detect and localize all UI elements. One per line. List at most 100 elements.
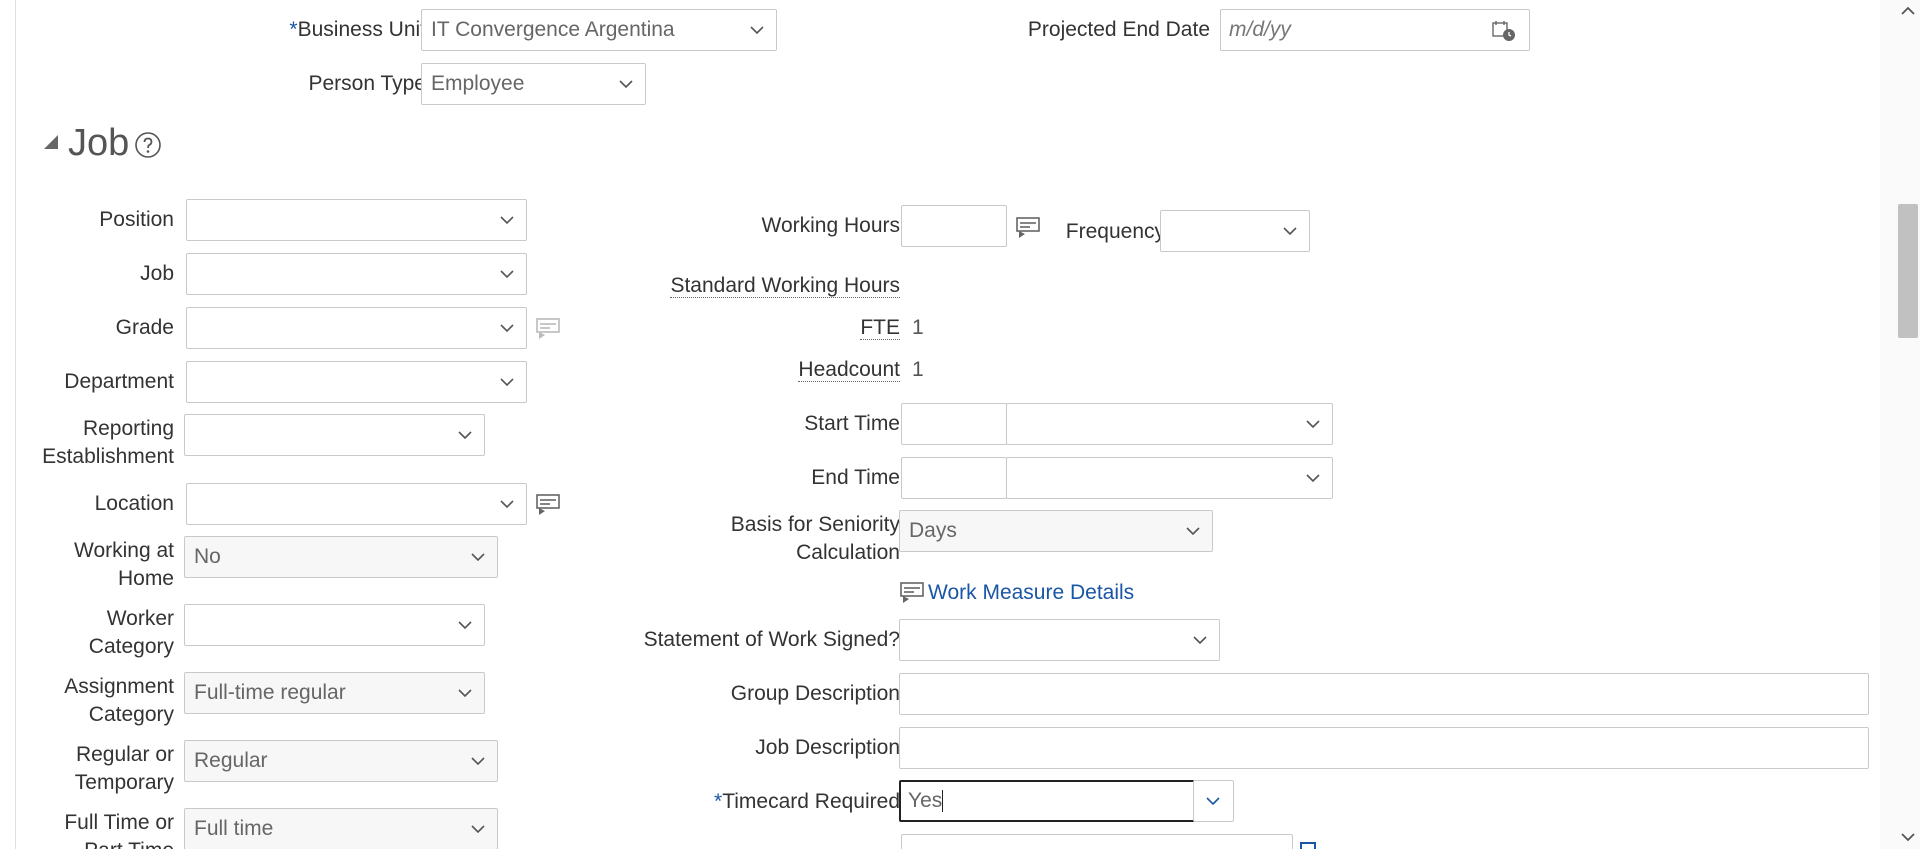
regular-temporary-label-line1: Regular or [75, 743, 174, 766]
chevron-down-icon [500, 216, 514, 225]
chevron-down-icon [471, 553, 485, 562]
full-part-time-select[interactable]: Full time [184, 808, 498, 849]
working-at-home-label-line2: Home [117, 567, 174, 590]
chevron-down-icon [500, 378, 514, 387]
frequency-select[interactable] [1160, 210, 1310, 252]
projected-end-date-label: Projected End Date [1027, 18, 1210, 41]
timecard-required-input[interactable]: Yes [899, 780, 1195, 822]
required-marker: * [289, 18, 298, 41]
department-label: Department [64, 370, 174, 393]
vertical-scrollbar[interactable] [1880, 0, 1920, 849]
scrollbar-thumb[interactable] [1898, 204, 1918, 338]
job-description-label: Job Description [755, 736, 900, 759]
regular-temporary-select[interactable]: Regular [184, 740, 498, 782]
seniority-basis-label: Basis for Seniority Calculation [576, 511, 900, 567]
chevron-down-icon [471, 825, 485, 834]
chevron-down-icon [1186, 527, 1200, 536]
start-time-meridiem-select[interactable] [1006, 403, 1333, 445]
projected-end-date-placeholder: m/d/yy [1229, 18, 1291, 41]
calendar-icon[interactable] [1491, 19, 1517, 43]
working-at-home-select[interactable]: No [184, 536, 498, 578]
person-type-select[interactable]: Employee [421, 63, 646, 105]
assignment-category-label-line2: Category [88, 703, 174, 726]
business-unit-select[interactable]: IT Convergence Argentina [421, 9, 777, 51]
fte-value: 1 [912, 316, 924, 339]
business-unit-value: IT Convergence Argentina [431, 18, 675, 41]
end-time-label: End Time [811, 466, 900, 489]
next-row-input[interactable] [901, 834, 1293, 849]
seniority-basis-label-line1: Basis for Seniority [730, 513, 900, 536]
seniority-basis-label-line2: Calculation [796, 541, 900, 564]
standard-working-hours-text: Standard Working Hours [670, 274, 900, 298]
job-label: Job [140, 262, 174, 285]
working-hours-input[interactable] [901, 205, 1007, 247]
working-at-home-value: No [194, 545, 221, 568]
start-time-input[interactable] [901, 403, 1007, 445]
required-marker: * [714, 790, 723, 813]
reporting-establishment-label-line2: Establishment [42, 445, 174, 468]
grade-label: Grade [115, 316, 174, 339]
details-icon[interactable] [536, 494, 560, 516]
assignment-category-value: Full-time regular [194, 681, 346, 704]
assignment-category-select[interactable]: Full-time regular [184, 672, 485, 714]
worker-category-label-line1: Worker [106, 607, 174, 630]
timecard-required-dropdown-button[interactable] [1193, 780, 1234, 822]
location-label: Location [94, 492, 174, 515]
assignment-category-label-line1: Assignment [64, 675, 174, 698]
chevron-down-icon [458, 689, 472, 698]
working-at-home-label-line1: Working at [74, 539, 174, 562]
business-unit-label: *Business Unit [196, 16, 426, 44]
worker-category-label-line2: Category [88, 635, 174, 658]
department-select[interactable] [186, 361, 527, 403]
location-select[interactable] [186, 483, 527, 525]
statement-of-work-select[interactable] [899, 619, 1220, 661]
seniority-basis-value: Days [909, 519, 957, 542]
chevron-down-icon [500, 500, 514, 509]
group-description-label: Group Description [730, 682, 900, 705]
group-description-input[interactable] [899, 673, 1869, 715]
chevron-down-icon [1306, 420, 1320, 429]
full-part-time-label-line1: Full Time or [64, 811, 174, 834]
end-time-input[interactable] [901, 457, 1007, 499]
full-part-time-label-line2: Part Time [16, 837, 174, 849]
details-icon[interactable] [536, 318, 560, 340]
job-select[interactable] [186, 253, 527, 295]
standard-working-hours-label: Standard Working Hours [576, 272, 900, 300]
end-time-meridiem-select[interactable] [1006, 457, 1333, 499]
timecard-required-value: Yes [908, 789, 943, 812]
assignment-category-label: Assignment Category [16, 673, 174, 729]
form-page: *Business Unit IT Convergence Argentina … [15, 0, 1881, 849]
fte-text: FTE [860, 316, 900, 340]
position-select[interactable] [186, 199, 527, 241]
grade-select[interactable] [186, 307, 527, 349]
fte-label: FTE [576, 314, 900, 342]
work-measure-details-link[interactable]: Work Measure Details [928, 579, 1134, 607]
headcount-text: Headcount [798, 358, 900, 382]
seniority-basis-select[interactable]: Days [899, 510, 1213, 552]
regular-temporary-value: Regular [194, 749, 268, 772]
chevron-down-icon [500, 324, 514, 333]
reporting-establishment-label-line1: Reporting [82, 417, 174, 440]
collapse-triangle-icon[interactable] [42, 133, 60, 151]
chevron-down-icon [750, 26, 764, 35]
help-icon[interactable] [134, 131, 162, 159]
details-icon[interactable] [1016, 217, 1040, 239]
chevron-down-icon [1206, 797, 1220, 806]
working-at-home-label: Working at Home [16, 537, 174, 593]
reporting-establishment-select[interactable] [184, 414, 485, 456]
full-part-time-label: Full Time or Part Time [16, 809, 174, 849]
working-hours-label: Working Hours [761, 214, 901, 237]
chevron-down-icon [619, 80, 633, 89]
chevron-down-icon [500, 270, 514, 279]
chevron-down-icon [1283, 227, 1297, 236]
chevron-down-icon [1193, 636, 1207, 645]
business-unit-label-text: Business Unit [297, 18, 426, 41]
details-icon[interactable] [900, 582, 924, 604]
job-description-input[interactable] [899, 727, 1869, 769]
scroll-up-arrow-icon[interactable] [1899, 4, 1917, 18]
projected-end-date-input[interactable]: m/d/yy [1220, 9, 1530, 51]
worker-category-select[interactable] [184, 604, 485, 646]
next-row-checkbox[interactable] [1300, 842, 1316, 849]
scroll-down-arrow-icon[interactable] [1899, 830, 1917, 844]
timecard-required-text: Timecard Required [722, 790, 900, 813]
